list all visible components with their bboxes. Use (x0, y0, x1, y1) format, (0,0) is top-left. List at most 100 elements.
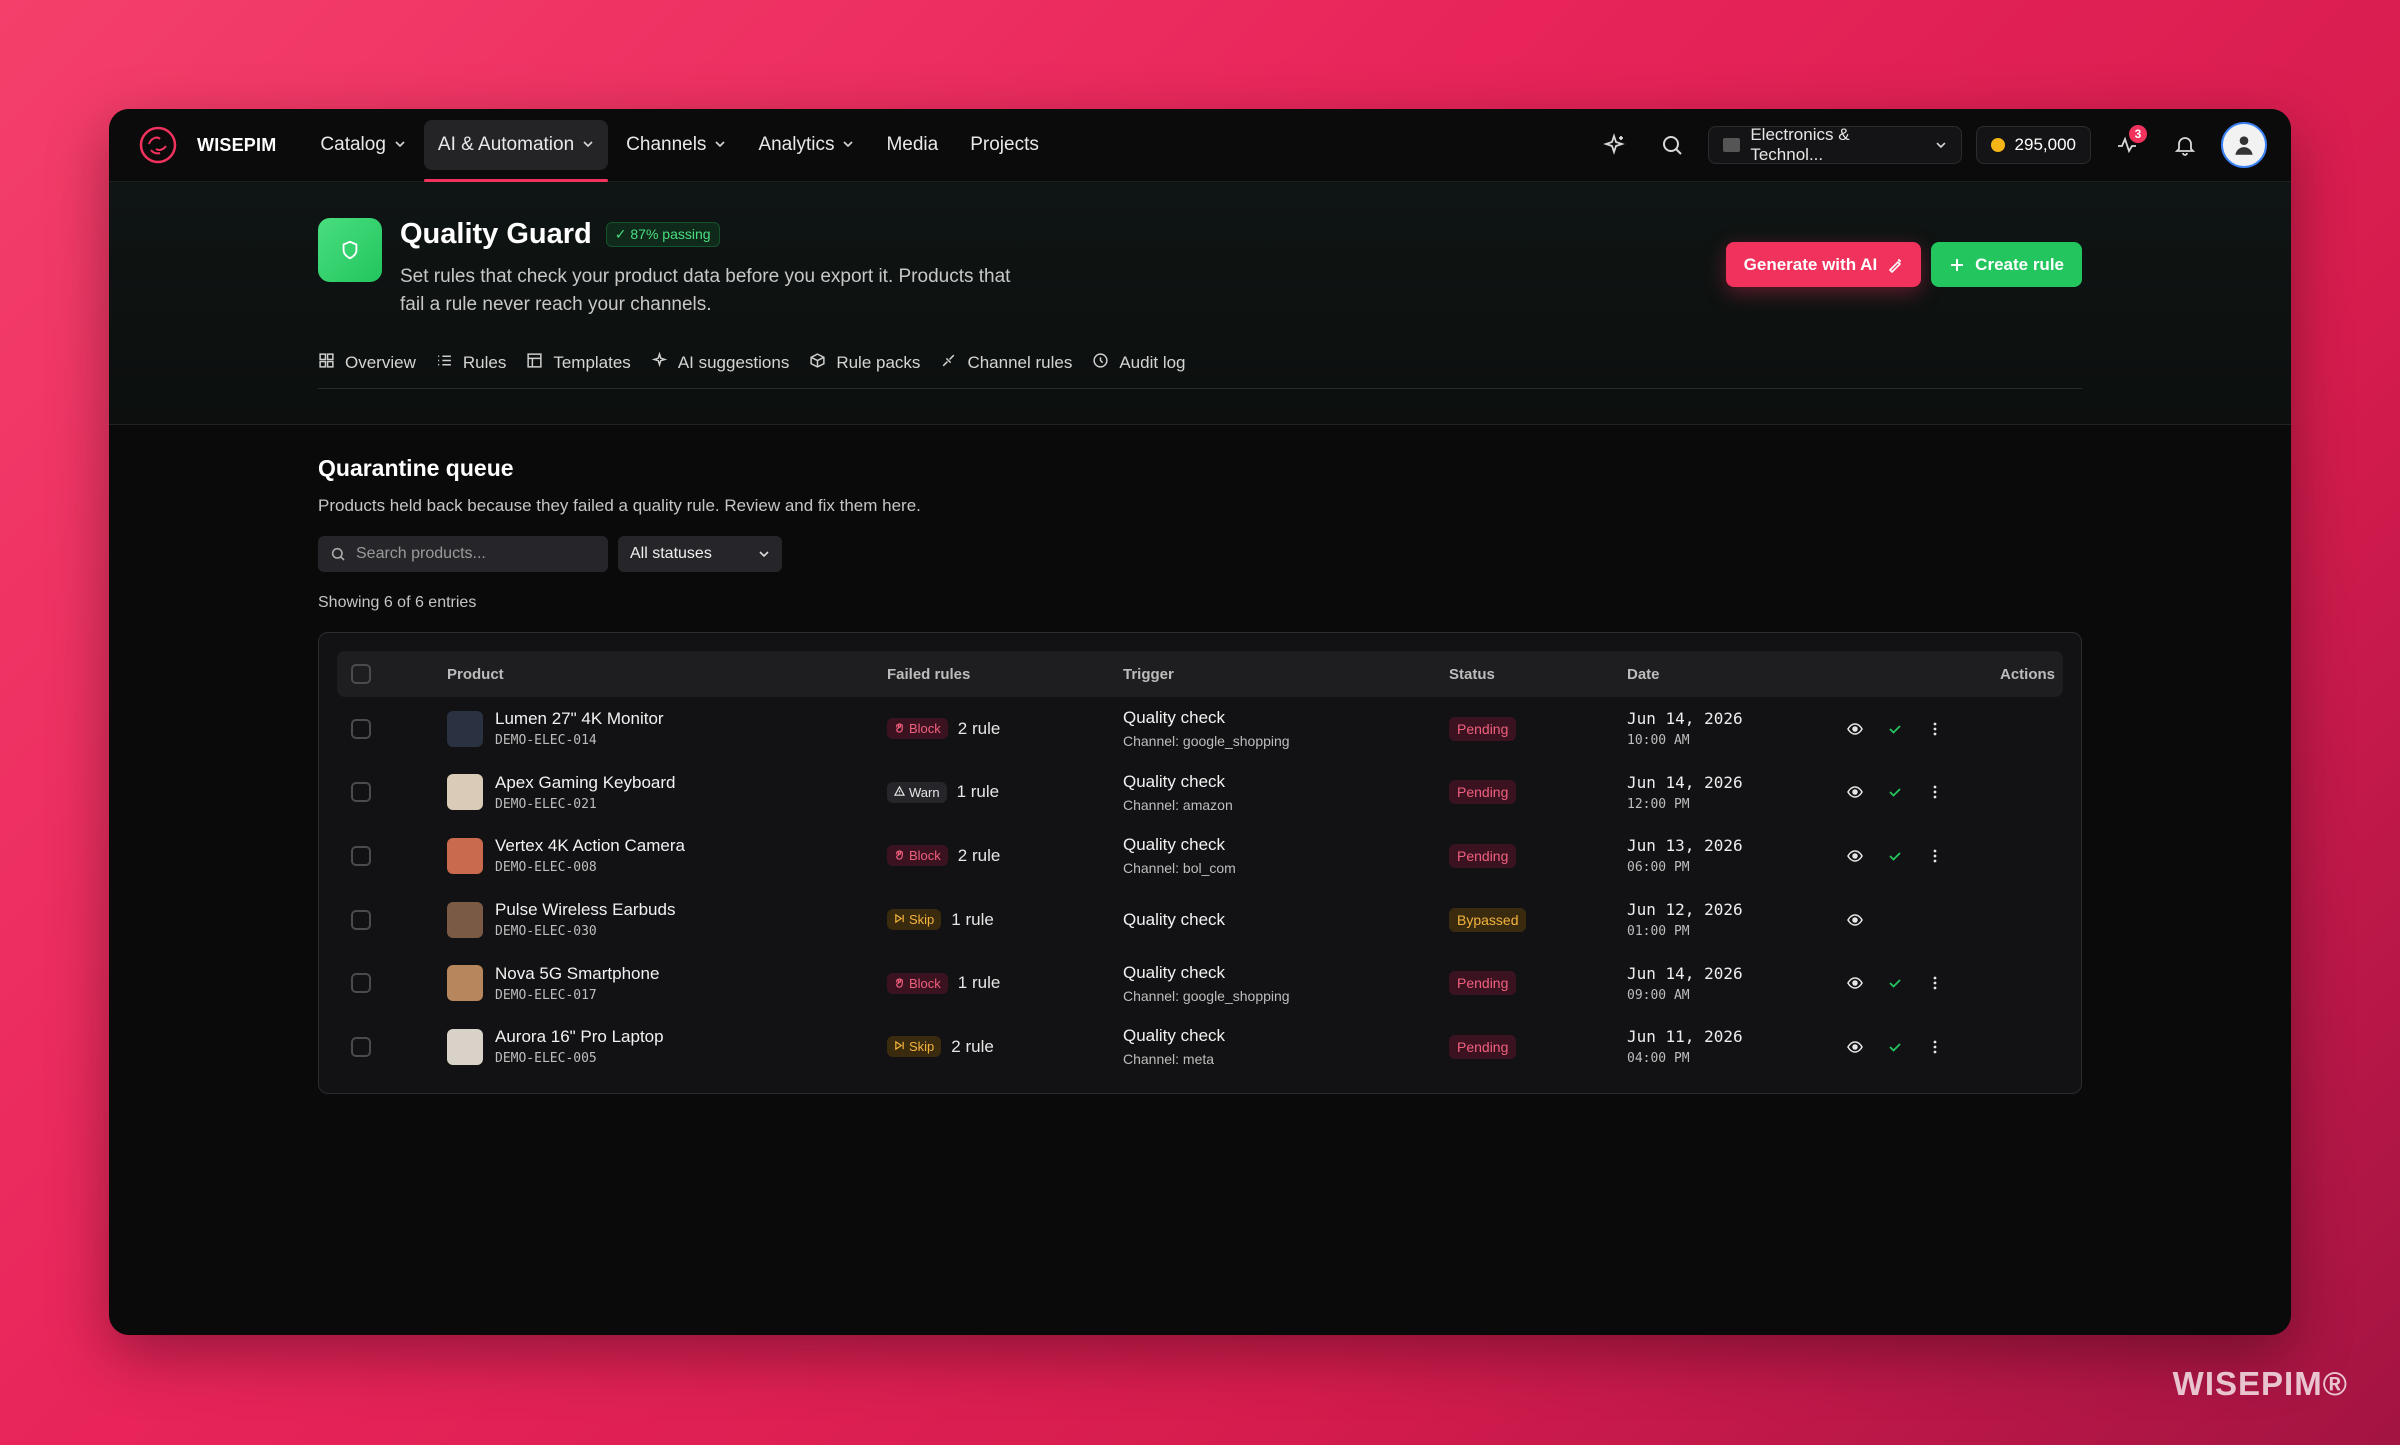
more-vertical-icon[interactable] (1925, 846, 1945, 866)
table-row[interactable]: Vertex 4K Action Camera DEMO-ELEC-008 Bloc… (337, 824, 2063, 888)
table-row[interactable]: Nova 5G Smartphone DEMO-ELEC-017 Block 1 ru… (337, 951, 2063, 1015)
row-checkbox[interactable] (351, 845, 371, 866)
product-name[interactable]: Aurora 16" Pro Laptop (495, 1027, 664, 1047)
rule-count: 2 rule (957, 718, 1001, 738)
tab-audit-log[interactable]: Audit log (1092, 352, 1186, 374)
check-icon[interactable] (1885, 719, 1905, 739)
nav-item-channels[interactable]: Channels (612, 120, 740, 170)
tab-overview[interactable]: Overview (318, 352, 416, 374)
eye-icon[interactable] (1845, 719, 1865, 739)
product-name[interactable]: Nova 5G Smartphone (495, 964, 659, 984)
nav-item-projects[interactable]: Projects (956, 120, 1053, 170)
product-name[interactable]: Lumen 27" 4K Monitor (495, 709, 664, 729)
row-checkbox[interactable] (351, 909, 371, 930)
check-icon[interactable] (1885, 1037, 1905, 1057)
generate-with-ai-button[interactable]: Generate with AI (1725, 242, 1922, 287)
rule-type-label: Skip (909, 1039, 935, 1055)
chevron-down-icon (1936, 142, 1946, 149)
col-product[interactable]: Product (447, 666, 887, 683)
col-failed-rules[interactable]: Failed rules (887, 666, 1123, 683)
chevron-down-icon (394, 134, 406, 156)
search-button[interactable] (1650, 123, 1694, 167)
search-input[interactable]: Search products... (318, 536, 608, 572)
workspace-select[interactable]: Electronics & Technol... (1707, 125, 1962, 164)
tab-rule-packs[interactable]: Rule packs (809, 352, 920, 374)
eye-icon[interactable] (1845, 973, 1865, 993)
folder-icon (1722, 138, 1741, 152)
search-placeholder: Search products... (356, 545, 486, 562)
more-vertical-icon[interactable] (1925, 782, 1945, 802)
table-row[interactable]: Apex Gaming Keyboard DEMO-ELEC-021 Warn 1 r… (337, 761, 2063, 825)
notifications-button[interactable] (2163, 123, 2207, 167)
eye-icon[interactable] (1845, 782, 1865, 802)
status-filter-value: All statuses (630, 545, 712, 562)
col-status[interactable]: Status (1449, 666, 1627, 683)
chevron-down-icon (842, 134, 854, 156)
coin-icon (1990, 138, 2005, 152)
date-value: Jun 11, 2026 (1627, 1027, 1743, 1047)
ai-suggestions-icon (651, 351, 668, 374)
col-date[interactable]: Date (1627, 666, 1845, 683)
date-value: Jun 13, 2026 (1627, 836, 1743, 856)
check-icon[interactable] (1885, 973, 1905, 993)
audit-log-icon (1092, 352, 1109, 374)
skip-icon (894, 1039, 905, 1054)
tab-rules[interactable]: Rules (436, 352, 506, 374)
rule-type-label: Block (909, 721, 941, 737)
credits-balance[interactable]: 295,000 (1975, 126, 2091, 164)
table-row[interactable]: Lumen 27" 4K Monitor DEMO-ELEC-014 Block 2 … (337, 697, 2063, 761)
rule-type-label: Skip (909, 912, 935, 928)
eye-icon[interactable] (1845, 846, 1865, 866)
select-all-checkbox[interactable] (351, 664, 371, 684)
nav-item-label: AI & Automation (437, 134, 575, 155)
more-vertical-icon[interactable] (1925, 1037, 1945, 1057)
nav-item-catalog[interactable]: Catalog (306, 120, 420, 170)
col-trigger[interactable]: Trigger (1123, 666, 1449, 683)
rule-packs-icon (809, 352, 826, 374)
tab-label: Rules (462, 353, 507, 373)
eye-icon[interactable] (1845, 1037, 1865, 1057)
brand-name: WISEPIM (197, 134, 277, 155)
rule-type-label: Block (909, 975, 941, 991)
watermark: WISEPIM® (2172, 1365, 2348, 1402)
time-value: 09:00 AM (1627, 987, 1690, 1003)
create-button-label: Create rule (1975, 254, 2064, 274)
row-checkbox[interactable] (351, 973, 371, 994)
plus-icon (1951, 258, 1964, 271)
product-name[interactable]: Apex Gaming Keyboard (495, 773, 676, 793)
tab-ai-suggestions[interactable]: AI suggestions (651, 351, 789, 374)
trigger-name: Quality check (1123, 909, 1226, 929)
nav-item-ai-automation[interactable]: AI & Automation (423, 120, 609, 182)
check-icon[interactable] (1885, 846, 1905, 866)
eye-icon[interactable] (1845, 910, 1865, 930)
user-avatar[interactable] (2221, 122, 2267, 168)
status-filter-select[interactable]: All statuses (618, 536, 782, 572)
rule-type-badge: Skip (887, 909, 942, 931)
brand[interactable]: WISEPIM (137, 124, 276, 166)
nav-item-media[interactable]: Media (872, 120, 952, 170)
trigger-name: Quality check (1123, 708, 1226, 728)
activity-button[interactable]: 3 (2105, 123, 2149, 167)
tab-templates[interactable]: Templates (526, 352, 631, 374)
nav-item-analytics[interactable]: Analytics (744, 120, 868, 170)
more-vertical-icon[interactable] (1925, 719, 1945, 739)
row-checkbox[interactable] (351, 1036, 371, 1057)
rule-type-badge: Warn (887, 781, 947, 803)
product-sku: DEMO-ELEC-017 (495, 987, 597, 1003)
more-vertical-icon[interactable] (1925, 973, 1945, 993)
ai-sparkle-button[interactable] (1592, 123, 1636, 167)
row-checkbox[interactable] (351, 782, 371, 803)
product-name[interactable]: Vertex 4K Action Camera (495, 836, 685, 856)
warn-icon (893, 785, 906, 800)
table-row[interactable]: Pulse Wireless Earbuds DEMO-ELEC-030 Skip 1… (337, 888, 2063, 952)
row-checkbox[interactable] (351, 718, 371, 739)
product-thumbnail (447, 1028, 483, 1065)
tab-channel-rules[interactable]: Channel rules (940, 352, 1072, 374)
create-rule-button[interactable]: Create rule (1931, 242, 2082, 287)
product-thumbnail (447, 837, 483, 874)
product-name[interactable]: Pulse Wireless Earbuds (495, 900, 675, 920)
top-navbar: WISEPIM Catalog AI & Automation Channels An… (109, 109, 2291, 182)
check-icon[interactable] (1885, 782, 1905, 802)
rules-icon (436, 352, 453, 374)
table-row[interactable]: Aurora 16" Pro Laptop DEMO-ELEC-005 Skip 2 … (337, 1015, 2063, 1079)
